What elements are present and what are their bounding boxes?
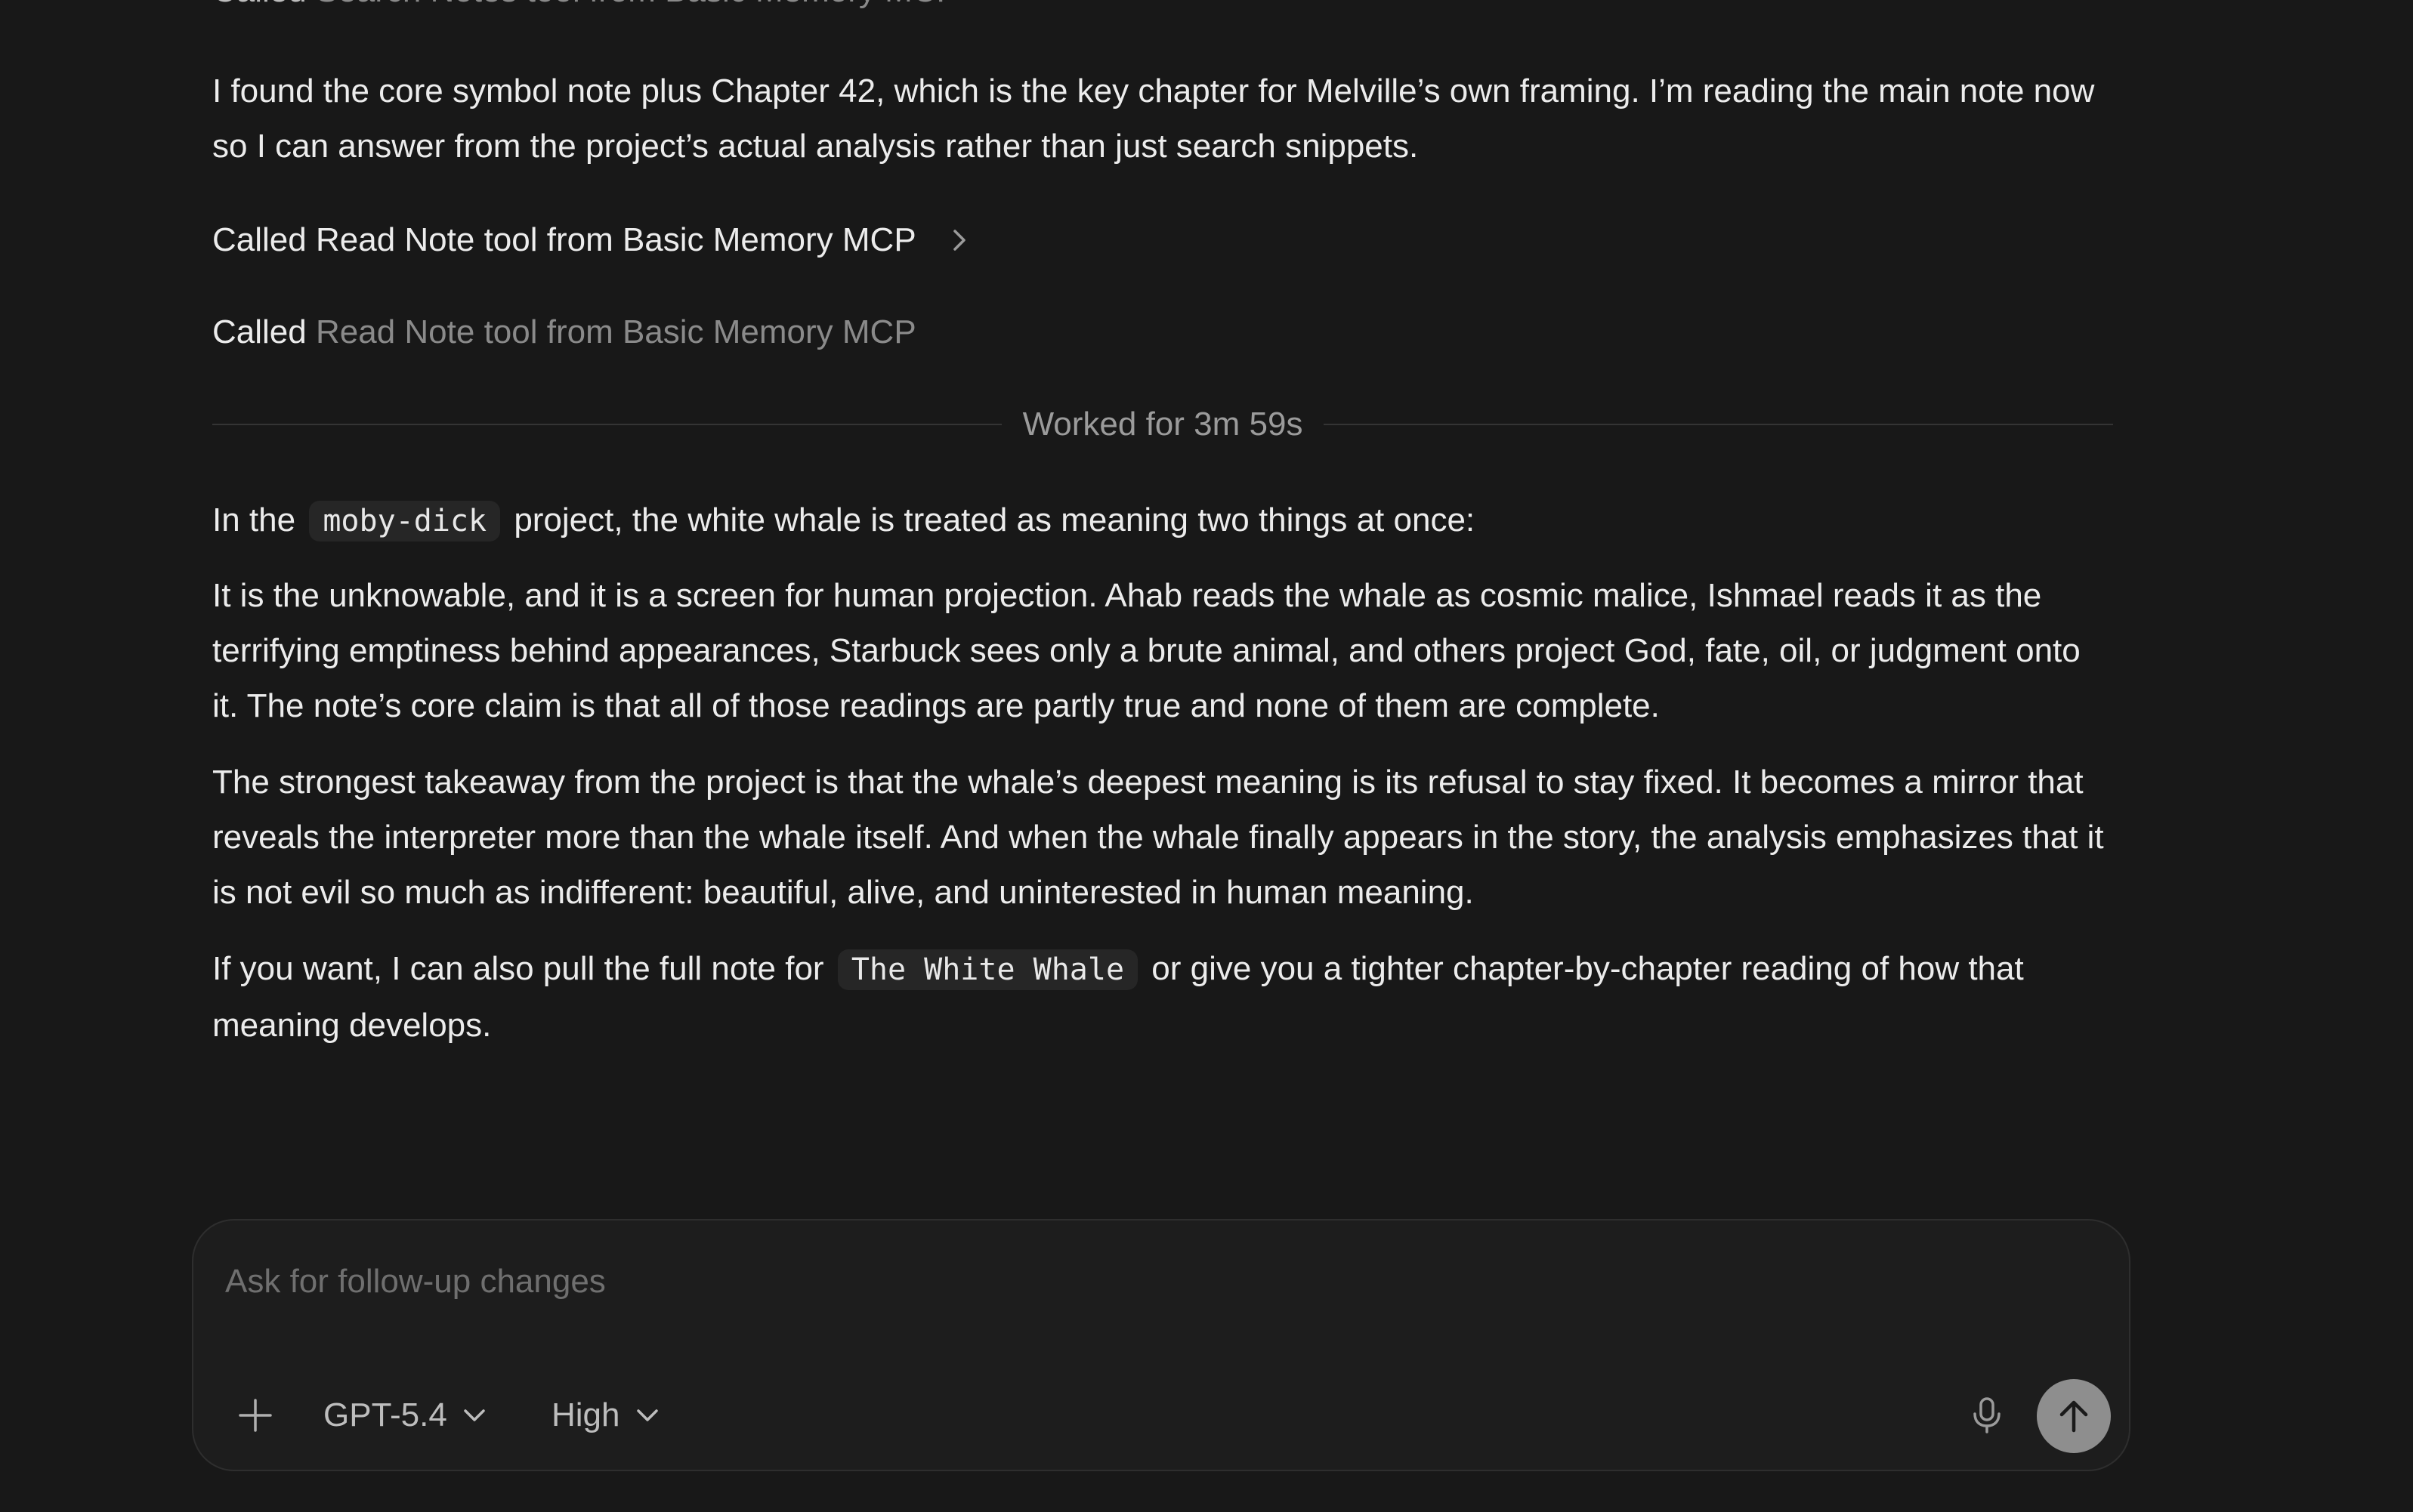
model-label: GPT-5.4 xyxy=(323,1396,447,1433)
tool-call-description: Read Note tool from Basic Memory MCP xyxy=(315,221,916,258)
tool-call-expandable[interactable]: Called Read Note tool from Basic Memory … xyxy=(212,218,975,263)
answer-paragraph-1: In the moby-dick project, the white whal… xyxy=(212,492,2113,549)
inline-code-note: The White Whale xyxy=(837,949,1139,990)
arrow-up-icon xyxy=(2059,1400,2088,1433)
effort-label: High xyxy=(551,1396,620,1433)
composer: GPT-5.4 High xyxy=(192,1219,2130,1471)
divider-line-right xyxy=(1324,424,2114,425)
add-attachment-button[interactable] xyxy=(225,1385,286,1446)
tool-call-verb: Called xyxy=(212,221,307,258)
plus-icon xyxy=(239,1399,272,1432)
send-button[interactable] xyxy=(2037,1379,2111,1453)
tool-call-description: Read Note tool from Basic Memory MCP xyxy=(315,313,916,350)
model-selector[interactable]: GPT-5.4 xyxy=(323,1385,488,1446)
answer-text: In the xyxy=(212,501,296,538)
tool-call-verb: Called xyxy=(212,313,307,350)
composer-toolbar: GPT-5.4 High xyxy=(193,1378,2129,1453)
worked-duration-label: Worked for 3m 59s xyxy=(1022,406,1303,443)
divider-line-left xyxy=(212,424,1002,425)
assistant-intro-paragraph: I found the core symbol note plus Chapte… xyxy=(212,73,2095,165)
tool-call-entry[interactable]: Called Read Note tool from Basic Memory … xyxy=(212,310,916,355)
microphone-icon xyxy=(1973,1397,2001,1433)
answer-text: If you want, I can also pull the full no… xyxy=(212,950,824,987)
answer-paragraph-2: It is the unknowable, and it is a screen… xyxy=(212,577,2081,724)
answer-paragraph-3: The strongest takeaway from the project … xyxy=(212,764,2104,911)
inline-code-project: moby-dick xyxy=(309,501,501,542)
chevron-right-icon[interactable] xyxy=(944,225,975,255)
reasoning-effort-selector[interactable]: High xyxy=(551,1385,661,1446)
follow-up-input[interactable] xyxy=(225,1254,2038,1310)
faded-tool-call: Called Search Notes tool from Basic Memo… xyxy=(212,0,959,14)
worked-duration-divider: Worked for 3m 59s xyxy=(212,402,2114,447)
voice-input-button[interactable] xyxy=(1957,1385,2017,1446)
chevron-down-icon xyxy=(636,1409,658,1421)
answer-text: project, the white whale is treated as m… xyxy=(514,501,1475,538)
tool-call-description: Search Notes tool from Basic Memory MCP xyxy=(316,0,959,9)
answer-paragraph-4: If you want, I can also pull the full no… xyxy=(212,941,2113,1053)
chevron-down-icon xyxy=(464,1409,485,1421)
tool-call-verb: Called xyxy=(212,0,307,9)
